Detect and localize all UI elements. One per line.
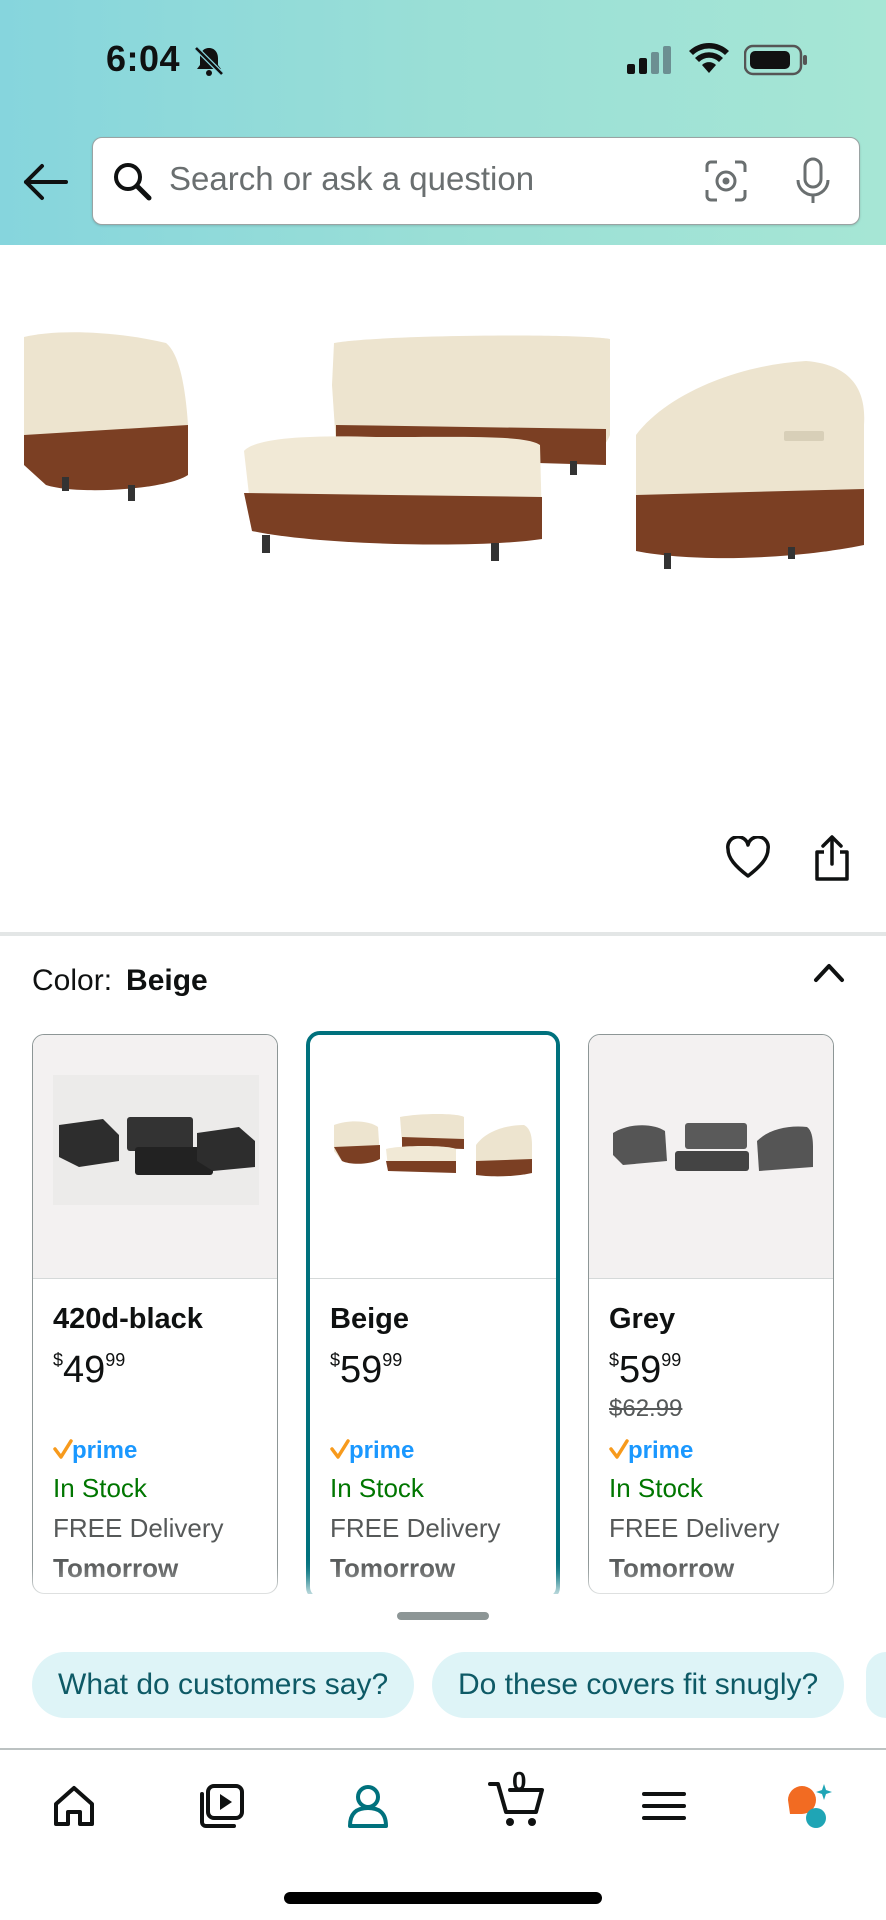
microphone-icon[interactable] — [793, 156, 833, 206]
variant-thumbnail — [33, 1035, 277, 1279]
delivery-day: Tomorrow — [53, 1553, 179, 1583]
question-chip[interactable]: What do customers say? — [32, 1652, 415, 1718]
wifi-icon — [689, 43, 729, 73]
rufus-assistant-icon[interactable] — [784, 1780, 836, 1832]
product-image — [24, 332, 865, 569]
variant-image — [53, 1075, 259, 1205]
delivery-text: FREE Delivery — [53, 1513, 224, 1543]
delivery-day: Tomorrow — [330, 1553, 456, 1583]
svg-text:prime: prime — [72, 1437, 137, 1464]
prime-logo-icon: prime — [53, 1437, 137, 1464]
variant-card-beige[interactable]: Beige $5999 prime In Stock FREE Delivery… — [306, 1031, 560, 1601]
chevron-up-icon[interactable] — [812, 960, 846, 986]
variant-price: $4999 — [53, 1349, 126, 1391]
sheet-grabber[interactable] — [397, 1612, 489, 1620]
variant-price: $5999 — [609, 1349, 682, 1391]
variant-thumbnail — [310, 1035, 556, 1279]
back-arrow-icon[interactable] — [20, 160, 72, 204]
question-chip-partial[interactable] — [866, 1652, 886, 1718]
delivery-text: FREE Delivery — [330, 1513, 501, 1543]
status-time: 6:04 — [106, 38, 181, 79]
prime-logo-icon: prime — [330, 1437, 414, 1464]
heart-icon[interactable] — [725, 836, 771, 880]
menu-icon[interactable] — [638, 1780, 690, 1832]
variant-price: $5999 — [330, 1349, 403, 1391]
svg-text:prime: prime — [628, 1437, 693, 1464]
cart-count: 0 — [512, 1766, 527, 1796]
delivery-text: FREE Delivery — [609, 1513, 780, 1543]
variant-name: Beige — [330, 1303, 409, 1335]
color-selector-header[interactable]: Color: Beige — [32, 964, 208, 998]
home-icon[interactable] — [48, 1780, 100, 1832]
home-indicator — [284, 1892, 602, 1904]
availability-text: In Stock — [330, 1473, 424, 1503]
search-icon — [114, 163, 152, 201]
variant-card-grey[interactable]: Grey $5999 $62.99 prime In Stock FREE De… — [588, 1034, 834, 1594]
question-chip[interactable]: Do these covers fit snugly? — [432, 1652, 845, 1718]
product-image-carousel[interactable] — [0, 245, 886, 1113]
header: 6:04 Search or ask a question — [0, 0, 886, 245]
availability-text: In Stock — [609, 1473, 703, 1503]
section-divider — [0, 932, 886, 936]
variant-card-420d-black[interactable]: 420d-black $4999 prime In Stock FREE Del… — [32, 1034, 278, 1594]
color-label: Color: — [32, 964, 113, 997]
variant-thumbnail — [589, 1035, 833, 1279]
bell-muted-icon — [194, 46, 224, 76]
list-price: $62.99 — [609, 1395, 683, 1422]
search-input[interactable]: Search or ask a question — [92, 137, 860, 225]
cellular-signal-icon — [627, 46, 671, 74]
search-placeholder: Search or ask a question — [169, 160, 535, 197]
share-icon[interactable] — [812, 834, 852, 882]
account-icon[interactable] — [342, 1780, 394, 1832]
svg-text:prime: prime — [349, 1437, 414, 1464]
color-value: Beige — [126, 964, 208, 997]
camera-lens-icon[interactable] — [703, 158, 749, 204]
rufus-question-sheet: What do customers say? Do these covers f… — [0, 1594, 886, 1754]
video-icon[interactable] — [196, 1780, 248, 1832]
variant-image — [334, 1114, 532, 1177]
prime-logo-icon: prime — [609, 1437, 693, 1464]
battery-icon — [744, 44, 807, 76]
variant-name: Grey — [609, 1303, 676, 1335]
variant-image — [613, 1123, 813, 1171]
variant-name: 420d-black — [53, 1303, 203, 1335]
availability-text: In Stock — [53, 1473, 147, 1503]
delivery-day: Tomorrow — [609, 1553, 735, 1583]
